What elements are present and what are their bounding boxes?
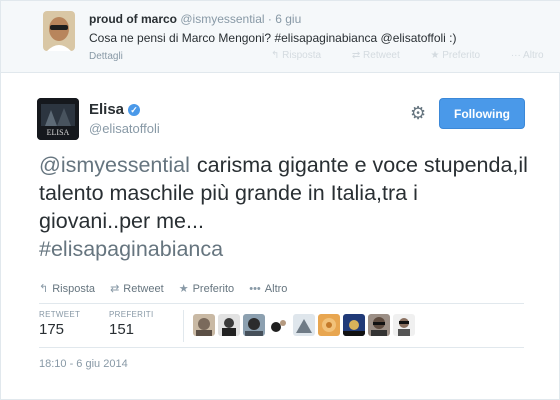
retweets-count[interactable]: 175 — [39, 321, 64, 338]
reply-label: Risposta — [52, 283, 96, 295]
author-avatar[interactable]: ELISA — [37, 98, 79, 140]
gear-icon[interactable]: ⚙ — [410, 104, 426, 122]
ellipsis-icon: ••• — [249, 283, 261, 295]
parent-favorite-label: Preferito — [442, 50, 481, 61]
parent-handle[interactable]: @ismyessential — [180, 12, 264, 26]
retweet-button[interactable]: ⇄ Retweet — [110, 283, 164, 295]
tweet-text: @ismyessential carisma gigante e voce stu… — [39, 151, 529, 263]
retweet-label: Retweet — [123, 283, 164, 295]
stats-divider-bottom — [39, 347, 524, 348]
favoriter-avatar[interactable] — [218, 314, 240, 336]
avatar-label: ELISA — [47, 128, 70, 137]
tweet-timestamp[interactable]: 18:10 - 6 giu 2014 — [39, 358, 128, 370]
parent-more-label: Altro — [523, 50, 544, 61]
retweet-icon: ⇄ — [110, 283, 120, 295]
parent-reply-button[interactable]: ↰ Risposta — [271, 50, 335, 61]
stats-divider-top — [39, 303, 524, 304]
favoriter-avatar[interactable] — [368, 314, 390, 336]
favoriter-avatar[interactable] — [268, 314, 290, 336]
favoriter-avatar[interactable] — [343, 314, 365, 336]
parent-reply-label: Risposta — [282, 50, 322, 61]
parent-retweet-button[interactable]: ⇄ Retweet — [352, 50, 414, 61]
hashtag-link[interactable]: #elisapaginabianca — [39, 237, 223, 261]
reply-arrow-icon: ↰ — [39, 283, 49, 295]
parent-favorite-button[interactable]: ★ Preferito — [431, 50, 495, 61]
tweet-actions: ↰ Risposta ⇄ Retweet ★ Preferito ••• Altro — [39, 282, 299, 295]
parent-text: Cosa ne pensi di Marco Mengoni? #elisapa… — [89, 31, 457, 45]
stats-divider — [183, 310, 184, 342]
mention-link[interactable]: @ismyessential — [39, 153, 190, 177]
parent-more-button[interactable]: ··· Altro — [511, 50, 558, 61]
more-label: Altro — [264, 283, 288, 295]
favorites-label: PREFERITI — [109, 310, 154, 319]
favoriter-avatar[interactable] — [243, 314, 265, 336]
favorites-count[interactable]: 151 — [109, 321, 134, 338]
more-button[interactable]: ••• Altro — [249, 283, 287, 295]
parent-time[interactable]: · 6 giu — [268, 12, 301, 26]
favoriters-avatars — [193, 314, 415, 336]
author-name-text: Elisa — [89, 101, 125, 118]
favoriter-avatar[interactable] — [193, 314, 215, 336]
parent-actions: ↰ Risposta ⇄ Retweet ★ Preferito ··· Alt… — [271, 50, 560, 61]
author-name[interactable]: Elisa ✓ — [89, 101, 141, 118]
favorite-button[interactable]: ★ Preferito — [179, 283, 234, 295]
verified-badge-icon: ✓ — [128, 104, 141, 116]
parent-retweet-label: Retweet — [363, 50, 400, 61]
tweet-page: proud of marco @ismyessential · 6 giu Co… — [0, 0, 560, 400]
favoriter-avatar[interactable] — [318, 314, 340, 336]
retweets-label: RETWEET — [39, 310, 81, 319]
reply-button[interactable]: ↰ Risposta — [39, 283, 95, 295]
parent-avatar[interactable] — [43, 11, 75, 51]
parent-name[interactable]: proud of marco — [89, 12, 177, 26]
parent-header: proud of marco @ismyessential · 6 giu — [89, 12, 301, 26]
favoriter-avatar[interactable] — [393, 314, 415, 336]
favorite-label: Preferito — [192, 283, 235, 295]
star-icon: ★ — [178, 283, 189, 295]
parent-tweet[interactable]: proud of marco @ismyessential · 6 giu Co… — [1, 1, 560, 73]
author-handle[interactable]: @elisatoffoli — [89, 121, 160, 136]
favoriter-avatar[interactable] — [293, 314, 315, 336]
following-button[interactable]: Following — [439, 98, 525, 129]
details-link[interactable]: Dettagli — [89, 51, 123, 62]
